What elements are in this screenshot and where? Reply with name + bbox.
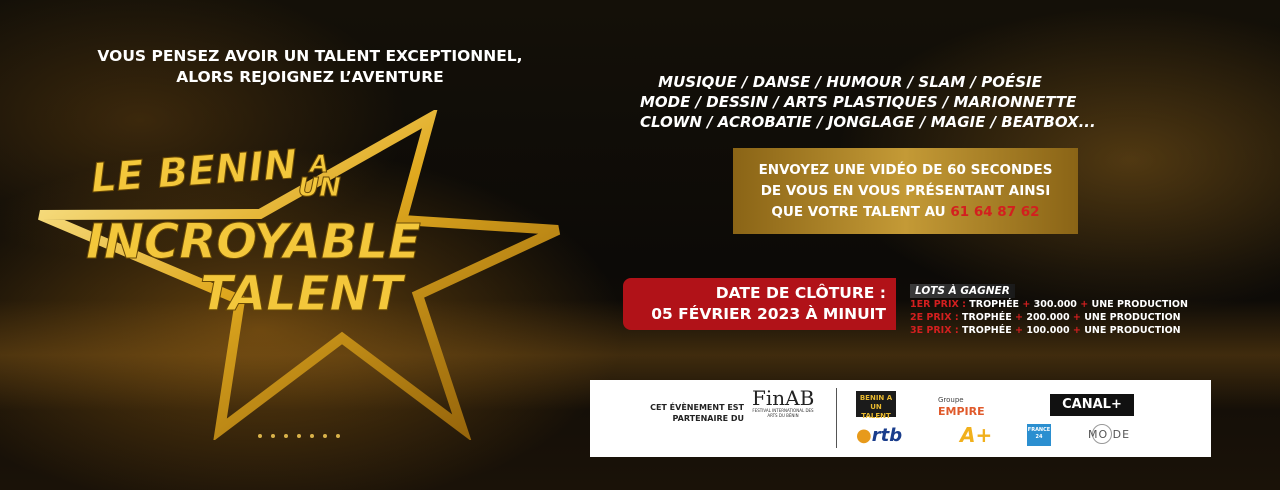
video-line-1: ENVOYEZ UNE VIDÉO DE 60 SECONDES xyxy=(758,161,1053,178)
prize-rank: 2E PRIX : xyxy=(910,312,959,323)
prize-row: 3E PRIX : TROPHÉE + 100.000 + UNE PRODUC… xyxy=(910,324,1210,337)
headline-line-1: VOUS PENSEZ AVOIR UN TALENT EXCEPTIONNEL… xyxy=(97,47,523,65)
prize-extra: UNE PRODUCTION xyxy=(1084,312,1181,323)
closing-date: 05 FÉVRIER 2023 À MINUIT xyxy=(651,305,886,323)
benin-talent-logo: BENIN A UN TALENT xyxy=(856,391,896,420)
carousel-dot[interactable] xyxy=(297,434,301,438)
prize-row: 2E PRIX : TROPHÉE + 200.000 + UNE PRODUC… xyxy=(910,311,1210,324)
closing-label: DATE DE CLÔTURE : xyxy=(715,284,886,302)
logo-le-benin: LE BENIN xyxy=(89,142,298,202)
carousel-dot[interactable] xyxy=(284,434,288,438)
carousel-dot[interactable] xyxy=(336,434,340,438)
prize-extra: UNE PRODUCTION xyxy=(1084,325,1181,336)
carousel-dot[interactable] xyxy=(310,434,314,438)
prize-rank: 3E PRIX : xyxy=(910,325,959,336)
headline-line-2: ALORS REJOIGNEZ L’AVENTURE xyxy=(176,68,444,86)
prize-amount: 200.000 xyxy=(1026,312,1070,323)
prize-trophy: TROPHÉE xyxy=(961,325,1012,336)
prizes-title: LOTS À GAGNER xyxy=(910,284,1015,298)
prize-extra: UNE PRODUCTION xyxy=(1091,299,1188,310)
prize-separator: + xyxy=(1015,325,1024,336)
category-line: CLOWN / ACROBATIE / JONGLAGE / MAGIE / B… xyxy=(640,113,1096,131)
category-line: MUSIQUE / DANSE / HUMOUR / SLAM / POÉSIE xyxy=(658,73,1042,91)
talent-categories: MUSIQUE / DANSE / HUMOUR / SLAM / POÉSIE… xyxy=(640,72,1096,132)
partners-intro-line-2: PARTENAIRE DU xyxy=(672,414,744,423)
canal-plus-logo: CANAL+ xyxy=(1050,394,1134,416)
partners-strip: CET ÉVÈNEMENT EST PARTENAIRE DU FinAB FE… xyxy=(590,380,1211,457)
carousel-dot[interactable] xyxy=(258,434,262,438)
prizes-panel: LOTS À GAGNER 1ER PRIX : TROPHÉE + 300.0… xyxy=(910,279,1210,337)
headline: VOUS PENSEZ AVOIR UN TALENT EXCEPTIONNEL… xyxy=(40,46,580,88)
finab-subtitle: FESTIVAL INTERNATIONAL DES ARTS DU BÉNIN xyxy=(752,408,814,418)
logo-incroyable: INCROYABLE xyxy=(86,214,421,270)
prize-separator: + xyxy=(1072,325,1081,336)
prize-separator: + xyxy=(1022,299,1031,310)
prize-trophy: TROPHÉE xyxy=(969,299,1020,310)
prize-rank: 1ER PRIX : xyxy=(910,299,966,310)
ortb-logo: ●rtb xyxy=(856,426,902,446)
ortb-name: rtb xyxy=(871,425,903,446)
prize-amount: 100.000 xyxy=(1026,325,1070,336)
video-line-3: QUE VOTRE TALENT AU 61 64 87 62 xyxy=(771,202,1039,223)
partners-intro-line-1: CET ÉVÈNEMENT EST xyxy=(650,403,744,412)
empire-name: EMPIRE xyxy=(938,405,985,418)
prize-row: 1ER PRIX : TROPHÉE + 300.000 + UNE PRODU… xyxy=(910,298,1210,311)
prize-separator: + xyxy=(1072,312,1081,323)
video-instructions: ENVOYEZ UNE VIDÉO DE 60 SECONDES DE VOUS… xyxy=(733,148,1078,234)
a-plus-logo: A+ xyxy=(960,423,993,447)
closing-date-badge: DATE DE CLÔTURE : 05 FÉVRIER 2023 À MINU… xyxy=(623,278,896,330)
mode-logo: MO DE xyxy=(1088,428,1131,441)
prize-separator: + xyxy=(1015,312,1024,323)
prize-trophy: TROPHÉE xyxy=(961,312,1012,323)
carousel-dot[interactable] xyxy=(271,434,275,438)
video-line-2: DE VOUS EN VOUS PRÉSENTANT AINSI xyxy=(760,182,1051,199)
partners-divider xyxy=(836,388,837,448)
star-logo: LE BENIN A UN INCROYABLE TALENT xyxy=(38,110,561,440)
carousel-dot[interactable] xyxy=(323,434,327,438)
partners-intro: CET ÉVÈNEMENT EST PARTENAIRE DU xyxy=(634,402,744,424)
logo-un: UN xyxy=(298,173,341,203)
ortb-mark-icon: ● xyxy=(856,425,872,446)
carousel-dots xyxy=(258,434,340,438)
finab-name: FinAB xyxy=(752,386,815,410)
prize-separator: + xyxy=(1080,299,1089,310)
empire-logo: Groupe EMPIRE xyxy=(938,394,985,418)
category-line: MODE / DESSIN / ARTS PLASTIQUES / MARION… xyxy=(640,93,1077,111)
phone-number: 61 64 87 62 xyxy=(950,203,1040,220)
prize-amount: 300.000 xyxy=(1033,299,1077,310)
france24-logo: FRANCE 24 xyxy=(1027,424,1051,446)
banner: VOUS PENSEZ AVOIR UN TALENT EXCEPTIONNEL… xyxy=(0,0,1280,490)
finab-logo: FinAB FESTIVAL INTERNATIONAL DES ARTS DU… xyxy=(752,388,814,418)
logo-talent: TALENT xyxy=(200,266,406,322)
video-line-3-text: QUE VOTRE TALENT AU xyxy=(771,203,951,220)
